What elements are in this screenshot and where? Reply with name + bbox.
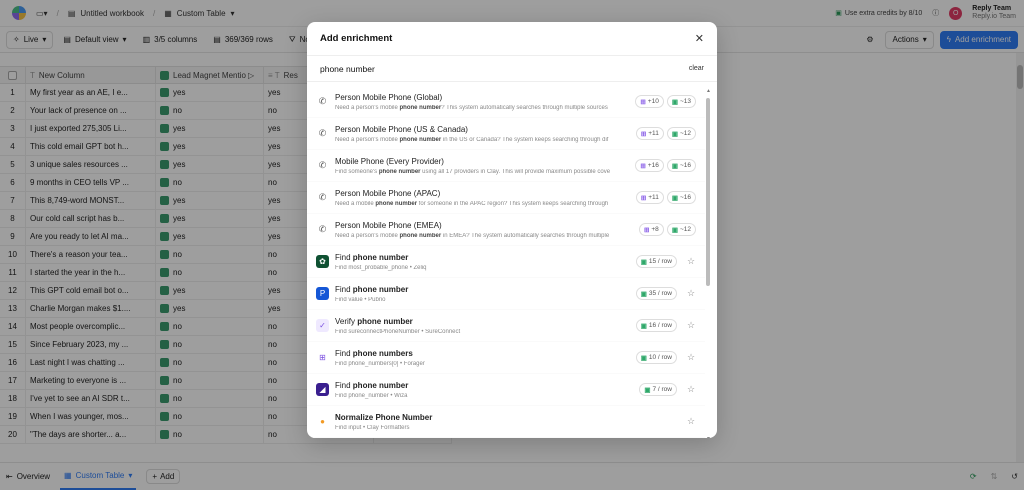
option-name: Find phone number: [335, 252, 409, 262]
option-name: Person Mobile Phone (US & Canada): [335, 124, 468, 134]
credit-cost-badge: ▣ 15 / row: [635, 255, 677, 268]
coin-icon: ▣: [671, 226, 678, 234]
option-name: Normalize Phone Number: [335, 412, 433, 422]
provider-count-badge: ⊞ +16: [635, 159, 664, 172]
option-name: Person Mobile Phone (Global): [335, 92, 443, 102]
option-description: Find someone's phone number using all 17…: [335, 168, 611, 175]
add-enrichment-modal: Add enrichment ✕ clear ✆ Person Mobile Ph…: [307, 22, 717, 438]
option-name: Find phone number: [335, 380, 409, 390]
coin-icon: ▣: [644, 386, 651, 394]
enrichment-option[interactable]: ✓ Verify phone number Find sureconnectPhon…: [307, 310, 705, 342]
phone-icon: ✆: [318, 192, 327, 202]
option-description: Find sureconnectPhoneNumber • SureConnec…: [335, 328, 461, 335]
phone-icon: ✆: [318, 96, 327, 106]
close-icon[interactable]: ✕: [695, 32, 704, 45]
wiza-logo-icon: ◢: [316, 383, 329, 396]
coin-icon: ▣: [671, 162, 678, 170]
forager-logo-icon: ⊞: [640, 194, 647, 202]
credit-estimate-badge: ▣ ~16: [666, 159, 696, 172]
option-description: Find most_probable_phone • Zeliq: [335, 264, 427, 271]
credit-estimate-badge: ▣ ~12: [666, 223, 696, 236]
enrichment-option[interactable]: ⊞ Find phone numbers Find phone_numbers[0]…: [307, 342, 705, 374]
coin-icon: ▣: [640, 322, 647, 330]
option-name: Mobile Phone (Every Provider): [335, 156, 444, 166]
modal-scrollbar-thumb[interactable]: [706, 98, 710, 286]
star-icon[interactable]: ☆: [686, 288, 696, 299]
phone-icon: ✆: [318, 224, 327, 234]
enrichment-option[interactable]: ✆ Person Mobile Phone (US & Canada) Need a…: [307, 118, 705, 150]
modal-scrollbar[interactable]: ▲ ▼: [706, 88, 711, 438]
pubrio-logo-icon: P: [316, 287, 329, 300]
modal-title: Add enrichment: [320, 33, 393, 44]
clear-button[interactable]: clear: [689, 65, 704, 72]
sureconnect-logo-icon: ✓: [316, 319, 329, 332]
search-input[interactable]: [320, 63, 650, 74]
enrichment-option[interactable]: ✆ Mobile Phone (Every Provider) Find someo…: [307, 150, 705, 182]
option-name: Person Mobile Phone (APAC): [335, 188, 441, 198]
provider-count-badge: ⊞ +11: [635, 191, 664, 204]
option-description: Find value • Pubrio: [335, 296, 386, 303]
forager-logo-icon: ⊞: [640, 162, 646, 170]
option-name: Find phone numbers: [335, 348, 413, 358]
credit-cost-badge: ▣ 35 / row: [635, 287, 677, 300]
enrichment-option[interactable]: ◢ Find phone number Find phone_number • Wi…: [307, 374, 705, 406]
option-description: Need a person's mobile phone number? Thi…: [335, 104, 608, 111]
option-description: Find phone_numbers[0] • Forager: [335, 360, 425, 367]
modal-header: Add enrichment ✕: [307, 22, 717, 56]
enrichment-results: ✆ Person Mobile Phone (Global) Need a pers…: [307, 86, 705, 438]
enrichment-option[interactable]: P Find phone number Find value • Pubrio ▣ 35…: [307, 278, 705, 310]
forager-logo-icon: ⊞: [316, 351, 329, 364]
coin-icon: ▣: [640, 258, 647, 266]
provider-count-badge: ⊞ +8: [638, 223, 664, 236]
credit-cost-badge: ▣ 7 / row: [639, 383, 677, 396]
forager-logo-icon: ⊞: [640, 98, 646, 106]
scroll-up-icon[interactable]: ▲: [706, 88, 711, 94]
credit-cost-badge: ▣ 16 / row: [635, 319, 677, 332]
coin-icon: ▣: [671, 130, 678, 138]
star-icon[interactable]: ☆: [686, 256, 696, 267]
provider-count-badge: ⊞ +10: [635, 95, 664, 108]
option-name: Find phone number: [335, 284, 409, 294]
clay-formatters-icon: ●: [316, 415, 329, 428]
option-description: Find phone_number • Wiza: [335, 392, 408, 399]
coin-icon: ▣: [671, 98, 678, 106]
coin-icon: ▣: [671, 194, 678, 202]
credit-estimate-badge: ▣ ~16: [666, 191, 696, 204]
enrichment-search: clear: [307, 56, 717, 82]
star-icon[interactable]: ☆: [686, 384, 696, 395]
option-description: Need a person's mobile phone number in E…: [335, 232, 610, 239]
scroll-down-icon[interactable]: ▼: [706, 436, 711, 438]
star-icon[interactable]: ☆: [686, 416, 696, 427]
enrichment-option[interactable]: ● Normalize Phone Number Find input • Clay…: [307, 406, 705, 438]
forager-logo-icon: ⊞: [640, 130, 647, 138]
coin-icon: ▣: [640, 290, 647, 298]
enrichment-option[interactable]: ✆ Person Mobile Phone (APAC) Need a mobile…: [307, 182, 705, 214]
phone-icon: ✆: [318, 160, 327, 170]
option-name: Person Mobile Phone (EMEA): [335, 220, 442, 230]
zeliq-logo-icon: ✿: [316, 255, 329, 268]
credit-estimate-badge: ▣ ~12: [666, 127, 696, 140]
option-description: Need a mobile phone number for someone i…: [335, 200, 609, 207]
coin-icon: ▣: [640, 354, 647, 362]
credit-cost-badge: ▣ 10 / row: [635, 351, 677, 364]
enrichment-option[interactable]: ✿ Find phone number Find most_probable_pho…: [307, 246, 705, 278]
enrichment-option[interactable]: ✆ Person Mobile Phone (Global) Need a pers…: [307, 86, 705, 118]
option-description: Find input • Clay Formatters: [335, 424, 410, 431]
credit-estimate-badge: ▣ ~13: [666, 95, 696, 108]
option-name: Verify phone number: [335, 316, 413, 326]
enrichment-option[interactable]: ✆ Person Mobile Phone (EMEA) Need a person…: [307, 214, 705, 246]
phone-icon: ✆: [318, 128, 327, 138]
option-description: Need a person's mobile phone number in t…: [335, 136, 609, 143]
star-icon[interactable]: ☆: [686, 320, 696, 331]
star-icon[interactable]: ☆: [686, 352, 696, 363]
forager-logo-icon: ⊞: [643, 226, 650, 234]
provider-count-badge: ⊞ +11: [635, 127, 664, 140]
